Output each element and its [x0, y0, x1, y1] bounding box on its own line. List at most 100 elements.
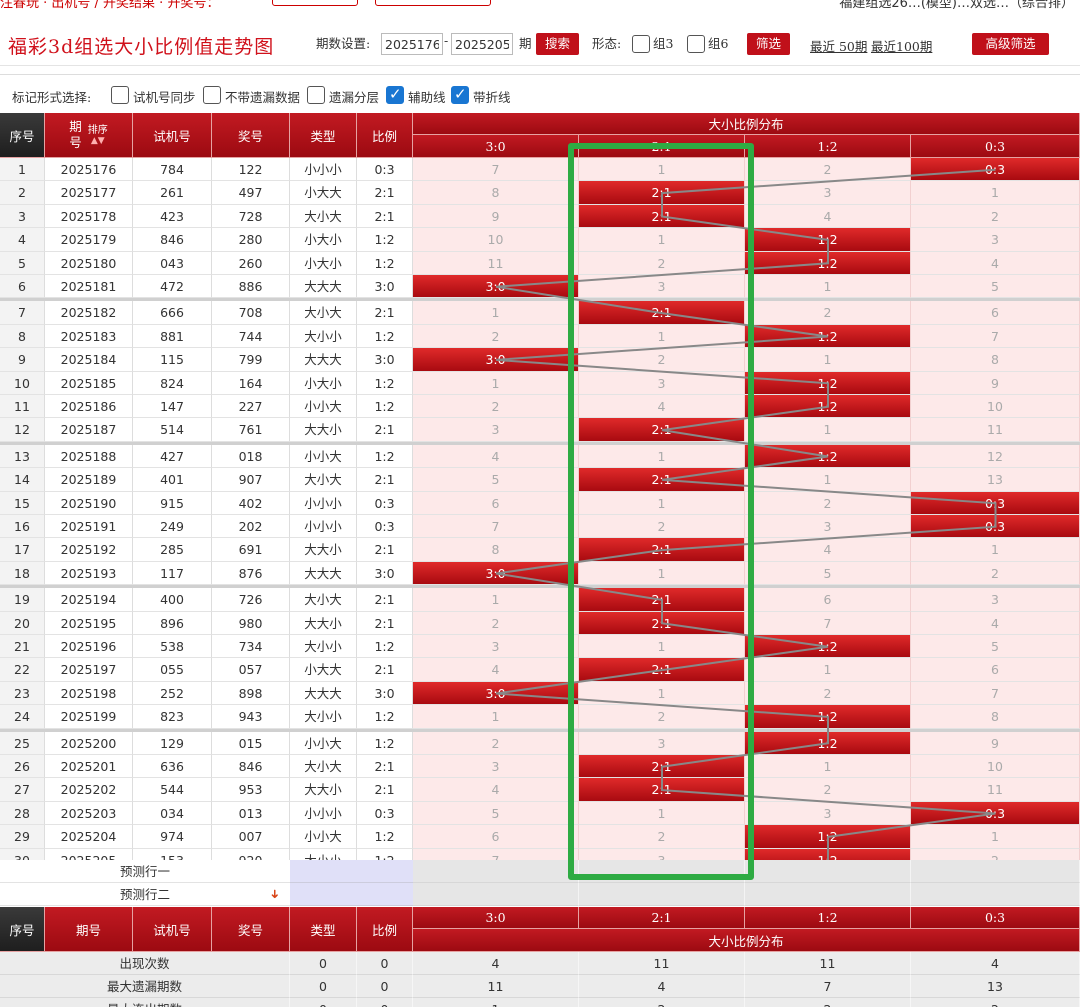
arrow-down-icon[interactable]: ➜	[268, 889, 282, 899]
table-row: 18 2025193 117 876 大大大 3:0 3:0 1 5 2	[0, 561, 1080, 586]
row-trial-number: 427	[133, 444, 212, 469]
footer-header-type: 类型	[290, 907, 357, 952]
page-title: 福彩3d组选大小比例值走势图	[8, 36, 275, 58]
row-issue: 2025196	[45, 635, 133, 659]
row-index: 16	[0, 515, 45, 539]
stats-type-value: 0	[290, 975, 357, 998]
top-strip-input-2[interactable]	[375, 0, 491, 6]
row-trial-number: 115	[133, 348, 212, 372]
option-checkbox-no-miss[interactable]	[203, 86, 221, 104]
row-draw-number: 057	[212, 658, 290, 682]
recent-100-link[interactable]: 最近100期	[871, 36, 932, 55]
prediction-dist-cell[interactable]	[745, 860, 911, 883]
table-row: 20 2025195 896 980 大大小 2:1 2 2:1 7 4	[0, 611, 1080, 635]
row-ratio: 1:2	[357, 251, 413, 275]
option-label-polyline: 带折线	[473, 90, 511, 105]
dist-miss-cell: 5	[911, 635, 1080, 659]
prediction-input-cell[interactable]	[290, 860, 413, 883]
option-checkbox-trial-sync[interactable]	[111, 86, 129, 104]
dist-miss-cell: 1	[579, 444, 745, 469]
dist-miss-cell: 2	[579, 705, 745, 729]
prediction-dist-cell[interactable]	[413, 860, 579, 883]
filter-button[interactable]: 筛选	[747, 33, 790, 55]
row-index: 6	[0, 275, 45, 299]
z6-checkbox[interactable]	[687, 35, 705, 53]
dist-miss-cell: 1	[579, 635, 745, 659]
row-type: 大大大	[290, 561, 357, 586]
col-header-issue[interactable]: 期 号 排序 ▲▼	[45, 113, 133, 158]
row-index: 26	[0, 755, 45, 779]
option-checkbox-aux-line[interactable]	[386, 85, 404, 104]
prediction-dist-cell[interactable]	[745, 883, 911, 906]
row-trial-number: 423	[133, 204, 212, 229]
stats-type-value: 0	[290, 998, 357, 1007]
row-trial-number: 915	[133, 491, 212, 515]
dist-hit-cell: 2:1	[579, 588, 745, 612]
option-checkbox-miss-layer[interactable]	[307, 86, 325, 104]
row-type: 大小大	[290, 588, 357, 612]
dist-miss-cell: 10	[911, 755, 1080, 779]
row-ratio: 2:1	[357, 418, 413, 442]
stats-dist-value: 4	[911, 952, 1080, 975]
row-type: 大大小	[290, 418, 357, 442]
row-type: 小小小	[290, 515, 357, 539]
row-issue: 2025199	[45, 705, 133, 729]
prediction-row-2[interactable]: 预测行二 ➜	[0, 883, 1080, 906]
dist-hit-cell: 3:0	[413, 348, 579, 372]
row-draw-number: 907	[212, 468, 290, 492]
dist-miss-cell: 2	[911, 561, 1080, 586]
row-issue: 2025189	[45, 468, 133, 492]
table-row: 10 2025185 824 164 小大小 1:2 1 3 1:2 9	[0, 371, 1080, 395]
prediction-dist-cell[interactable]	[911, 883, 1080, 906]
z3-checkbox[interactable]	[632, 35, 650, 53]
top-strip-input-1[interactable]	[272, 0, 358, 6]
row-index: 9	[0, 348, 45, 372]
issue-dash: -	[444, 33, 449, 48]
row-index: 2	[0, 181, 45, 205]
sort-arrows-icon[interactable]: ▲▼	[88, 136, 108, 146]
table-row: 26 2025201 636 846 大小大 2:1 3 2:1 1 10	[0, 755, 1080, 779]
row-type: 大小大	[290, 301, 357, 325]
prediction-dist-cell[interactable]	[413, 883, 579, 906]
issue-from-input[interactable]	[381, 33, 443, 55]
footer-dist-col-03: 0:3	[911, 907, 1080, 929]
stats-ratio-value: 0	[357, 952, 413, 975]
row-index: 8	[0, 324, 45, 349]
row-trial-number: 117	[133, 561, 212, 586]
dist-hit-cell: 2:1	[579, 204, 745, 229]
dist-miss-cell: 4	[413, 444, 579, 469]
mark-options-label: 标记形式选择:	[12, 90, 92, 105]
recent-50-link[interactable]: 最近 50期	[810, 36, 867, 55]
row-draw-number: 015	[212, 731, 290, 755]
prediction-dist-cell[interactable]	[579, 860, 745, 883]
row-ratio: 1:2	[357, 371, 413, 395]
row-ratio: 1:2	[357, 705, 413, 729]
advanced-filter-button[interactable]: 高级筛选	[972, 33, 1049, 55]
row-draw-number: 744	[212, 324, 290, 349]
dist-miss-cell: 1	[579, 228, 745, 252]
prediction-row-1[interactable]: 预测行一	[0, 860, 1080, 883]
row-ratio: 0:3	[357, 515, 413, 539]
row-draw-number: 013	[212, 801, 290, 826]
dist-miss-cell: 1	[413, 371, 579, 395]
row-trial-number: 472	[133, 275, 212, 299]
search-button[interactable]: 搜索	[536, 33, 579, 55]
dist-hit-cell: 2:1	[579, 418, 745, 442]
prediction-dist-cell[interactable]	[579, 883, 745, 906]
row-ratio: 2:1	[357, 301, 413, 325]
dist-miss-cell: 2	[579, 348, 745, 372]
prediction-dist-cell[interactable]	[911, 860, 1080, 883]
row-trial-number: 514	[133, 418, 212, 442]
issue-to-input[interactable]	[451, 33, 513, 55]
prediction-input-cell[interactable]	[290, 883, 413, 906]
row-trial-number: 034	[133, 801, 212, 826]
row-index: 21	[0, 635, 45, 659]
row-index: 18	[0, 561, 45, 586]
row-issue: 2025195	[45, 611, 133, 635]
option-checkbox-polyline[interactable]	[451, 85, 469, 104]
row-issue: 2025200	[45, 731, 133, 755]
row-type: 小大大	[290, 658, 357, 682]
dist-col-03: 0:3	[911, 135, 1080, 158]
dist-miss-cell: 1	[745, 468, 911, 492]
dist-miss-cell: 1	[745, 658, 911, 682]
